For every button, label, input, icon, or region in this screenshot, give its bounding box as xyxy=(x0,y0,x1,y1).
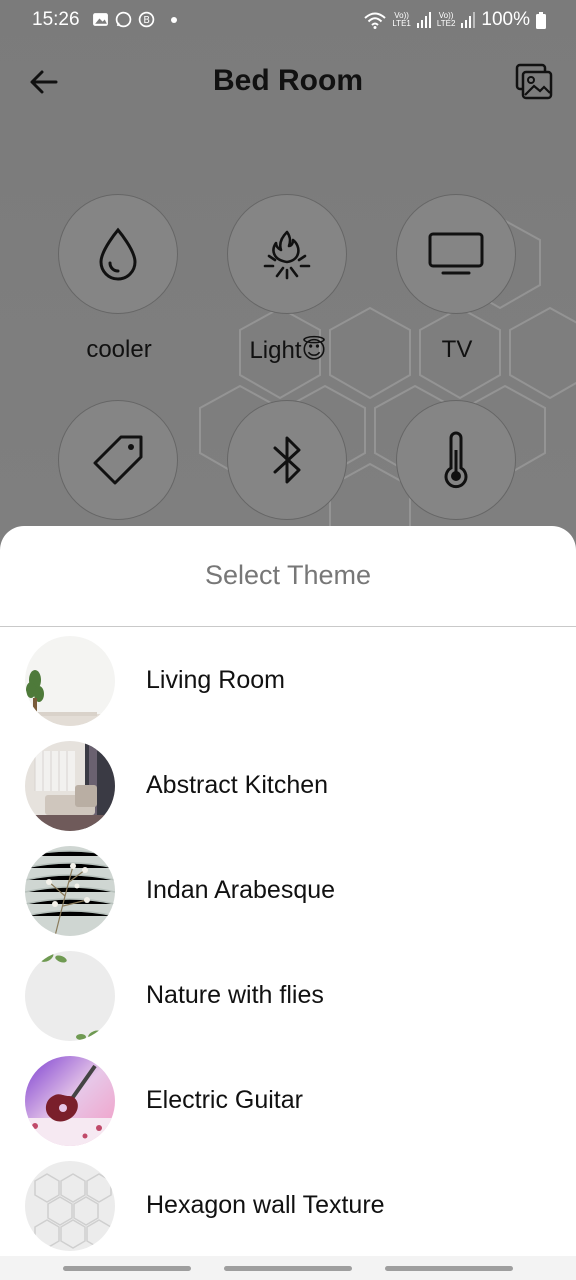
theme-thumbnail xyxy=(25,846,115,936)
nav-recents-handle[interactable] xyxy=(63,1266,191,1271)
theme-item-nature-with-flies[interactable]: Nature with flies xyxy=(0,951,576,1051)
device-label: cooler xyxy=(86,336,152,363)
theme-thumbnail xyxy=(25,741,115,831)
business-notification-icon: B xyxy=(138,11,155,28)
page-title: Bed Room xyxy=(213,64,363,97)
theme-item-electric-guitar[interactable]: Electric Guitar xyxy=(0,1056,576,1156)
app-background: 15:26 B Vo)) LTE1 Vo)) LTE2 100% Bed Room xyxy=(0,0,576,1280)
device-bluetooth[interactable] xyxy=(227,400,349,520)
theme-name: Nature with flies xyxy=(146,981,324,1009)
theme-bottom-sheet: Select Theme Living Room Abstract Kitche… xyxy=(0,526,576,1280)
halo-emoji: 😇 xyxy=(301,337,327,364)
volte-lte1-label: Vo)) LTE1 xyxy=(392,11,411,28)
status-time: 15:26 xyxy=(32,9,80,30)
battery-icon xyxy=(536,11,546,29)
theme-name: Abstract Kitchen xyxy=(146,771,329,799)
tag-icon xyxy=(93,435,143,485)
status-bar: 15:26 B Vo)) LTE1 Vo)) LTE2 100% xyxy=(0,0,576,42)
svg-text:B: B xyxy=(143,15,150,26)
bluetooth-icon xyxy=(273,436,301,484)
campfire-icon xyxy=(263,230,311,280)
divider xyxy=(0,626,576,627)
device-label: TV xyxy=(441,336,473,363)
notification-icons: B xyxy=(92,11,177,28)
device-tv[interactable]: TV xyxy=(396,194,518,364)
theme-thumbnail xyxy=(25,1161,115,1251)
images-icon[interactable] xyxy=(514,62,554,102)
device-cooler[interactable]: cooler xyxy=(58,194,180,364)
theme-item-abstract-kitchen[interactable]: Abstract Kitchen xyxy=(0,741,576,841)
theme-item-indan-arabesque[interactable]: Indan Arabesque xyxy=(0,846,576,946)
sheet-title: Select Theme xyxy=(204,560,372,590)
theme-item-hexagon-wall-texture[interactable]: Hexagon wall Texture xyxy=(0,1161,576,1261)
signal-1-icon xyxy=(416,12,431,28)
device-cooler-button[interactable] xyxy=(58,194,178,314)
device-label: Light😇 xyxy=(249,337,327,364)
theme-name: Hexagon wall Texture xyxy=(146,1191,385,1219)
gallery-notification-icon xyxy=(93,13,108,26)
device-tag[interactable] xyxy=(58,400,180,520)
whatsapp-notification-icon xyxy=(115,11,132,28)
thermometer-icon xyxy=(444,431,468,489)
wifi-icon xyxy=(364,12,386,29)
theme-name: Living Room xyxy=(146,666,285,694)
theme-name: Electric Guitar xyxy=(146,1086,303,1114)
device-bluetooth-button[interactable] xyxy=(227,400,347,520)
water-drop-icon xyxy=(99,227,137,281)
theme-thumbnail xyxy=(25,1056,115,1146)
theme-thumbnail xyxy=(25,636,115,726)
volte-lte2-label: Vo)) LTE2 xyxy=(436,11,456,28)
tv-icon xyxy=(428,232,484,275)
navigation-bar xyxy=(0,1256,576,1280)
app-bar: Bed Room xyxy=(0,50,576,114)
theme-item-living-room[interactable]: Living Room xyxy=(0,636,576,736)
system-icons: Vo)) LTE1 Vo)) LTE2 100% xyxy=(364,9,546,31)
theme-name: Indan Arabesque xyxy=(146,876,336,904)
battery-percent: 100% xyxy=(481,9,530,30)
device-thermometer[interactable] xyxy=(396,400,518,520)
device-light-button[interactable] xyxy=(227,194,347,314)
device-thermometer-button[interactable] xyxy=(396,400,516,520)
signal-2-icon xyxy=(461,12,476,28)
nav-back-handle[interactable] xyxy=(385,1266,513,1271)
nav-home-handle[interactable] xyxy=(224,1266,352,1271)
more-notifications-dot xyxy=(171,16,177,23)
theme-thumbnail xyxy=(25,951,115,1041)
device-light[interactable]: Light😇 xyxy=(227,194,349,365)
device-tag-button[interactable] xyxy=(58,400,178,520)
device-tv-button[interactable] xyxy=(396,194,516,314)
